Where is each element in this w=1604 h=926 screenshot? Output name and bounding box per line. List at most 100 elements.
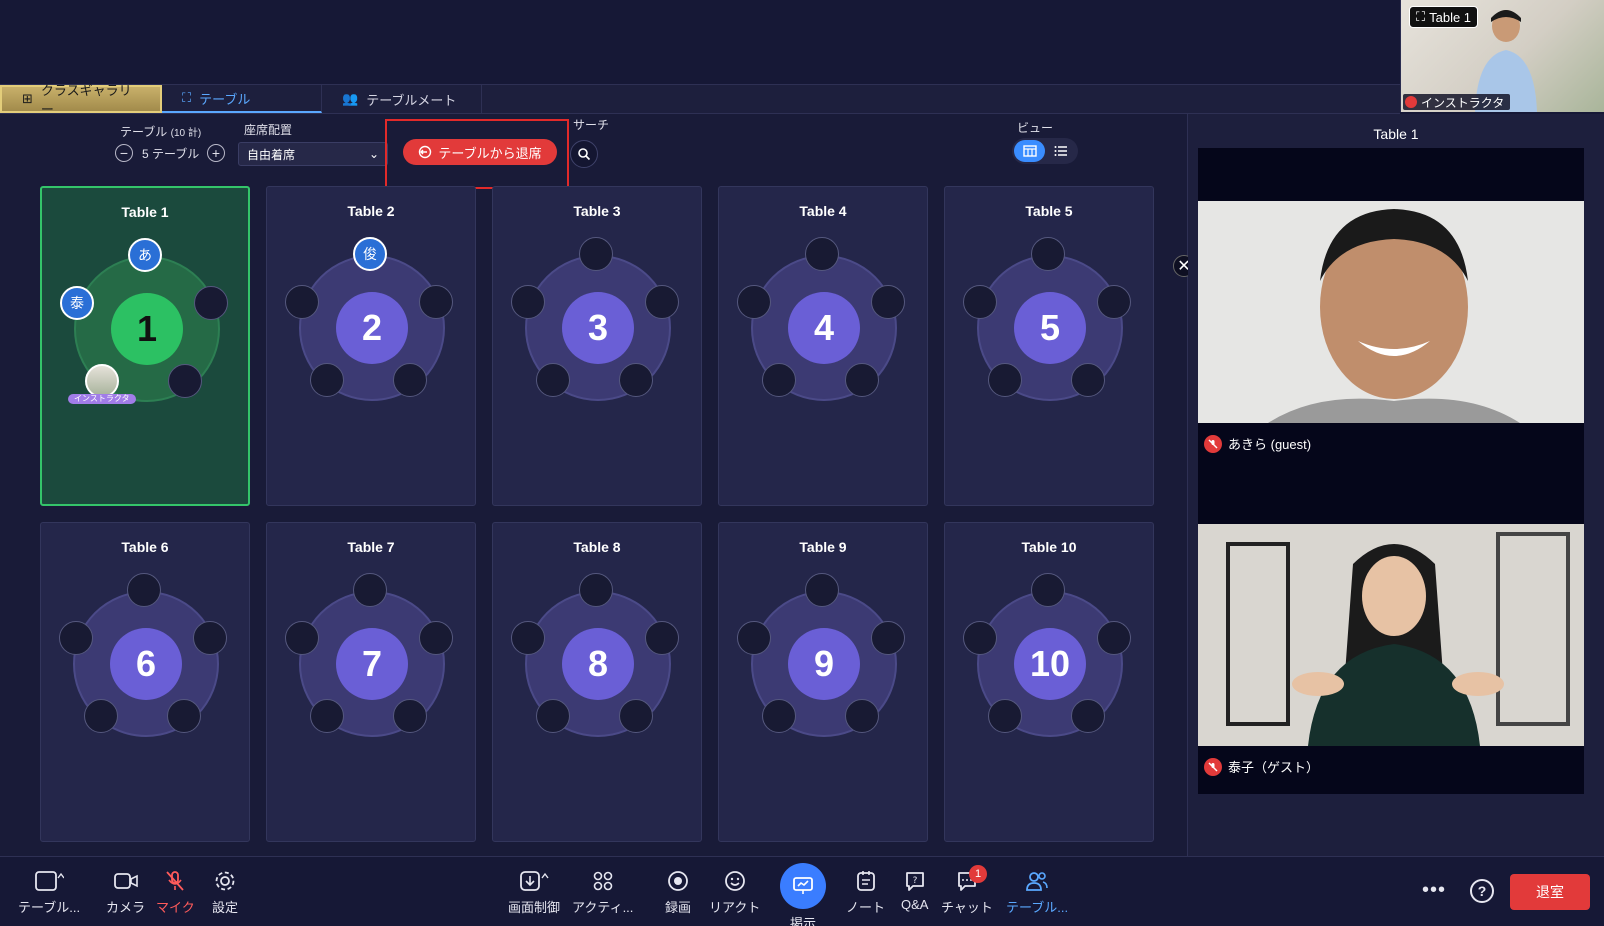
seat-empty[interactable] bbox=[285, 621, 319, 655]
record-icon bbox=[667, 869, 689, 893]
seat-avatar[interactable]: 俊 bbox=[353, 237, 387, 271]
table-card-2[interactable]: Table 2 2 俊 bbox=[266, 186, 476, 506]
tab-table[interactable]: ⛶ テーブル bbox=[162, 85, 322, 113]
tab-tablemates[interactable]: 👥 テーブルメート bbox=[322, 85, 482, 113]
seat-empty[interactable] bbox=[963, 621, 997, 655]
seat-empty[interactable] bbox=[285, 285, 319, 319]
table-card-1[interactable]: Table 1 1 あ 泰 インストラクタ bbox=[40, 186, 250, 506]
table-card-7[interactable]: Table 7 7 bbox=[266, 522, 476, 842]
seat-empty[interactable] bbox=[871, 621, 905, 655]
seat-empty[interactable] bbox=[353, 573, 387, 607]
seat-empty[interactable] bbox=[511, 285, 545, 319]
list-view-button[interactable] bbox=[1045, 140, 1076, 162]
seat-empty[interactable] bbox=[737, 285, 771, 319]
leave-table-button[interactable]: テーブルから退席 bbox=[403, 139, 557, 165]
decrease-tables-button[interactable]: − bbox=[115, 144, 133, 162]
camera-button[interactable]: カメラ bbox=[106, 869, 145, 916]
help-button[interactable]: ? bbox=[1470, 879, 1494, 903]
table-view-button[interactable] bbox=[1014, 140, 1045, 162]
settings-button[interactable]: 設定 bbox=[212, 869, 238, 916]
reaction-button[interactable]: リアクト bbox=[709, 869, 760, 916]
table-title: Table 1 bbox=[121, 204, 169, 220]
seat-empty[interactable] bbox=[988, 363, 1022, 397]
seat-empty[interactable] bbox=[988, 699, 1022, 733]
search-button[interactable] bbox=[570, 140, 598, 168]
seat-empty[interactable] bbox=[619, 699, 653, 733]
seat-empty[interactable] bbox=[194, 286, 228, 320]
seat-empty[interactable] bbox=[1031, 573, 1065, 607]
seat-empty[interactable] bbox=[1071, 699, 1105, 733]
seat-empty[interactable] bbox=[805, 237, 839, 271]
seat-avatar[interactable]: あ bbox=[128, 238, 162, 272]
chat-button[interactable]: 1 チャット bbox=[941, 865, 993, 916]
seat-empty[interactable] bbox=[393, 363, 427, 397]
seat-empty[interactable] bbox=[419, 285, 453, 319]
table-card-3[interactable]: Table 3 3 bbox=[492, 186, 702, 506]
tab-class-gallery[interactable]: ⊞ クラスギャラリー bbox=[0, 83, 162, 117]
table-card-5[interactable]: Table 5 5 bbox=[944, 186, 1154, 506]
seat-empty[interactable] bbox=[805, 573, 839, 607]
seat-empty[interactable] bbox=[59, 621, 93, 655]
seat-empty[interactable] bbox=[1071, 363, 1105, 397]
seat-empty[interactable] bbox=[845, 699, 879, 733]
seat-empty[interactable] bbox=[737, 621, 771, 655]
seat-empty[interactable] bbox=[167, 699, 201, 733]
seat-empty[interactable] bbox=[1097, 285, 1131, 319]
table-number: 4 bbox=[788, 292, 860, 364]
seat-empty[interactable] bbox=[168, 364, 202, 398]
more-options-button[interactable]: ••• bbox=[1422, 879, 1446, 902]
seat-empty[interactable] bbox=[579, 573, 613, 607]
increase-tables-button[interactable]: + bbox=[207, 144, 225, 162]
note-button[interactable]: ノート bbox=[846, 869, 885, 916]
seat-empty[interactable] bbox=[1097, 621, 1131, 655]
leave-room-button[interactable]: 退室 bbox=[1510, 874, 1590, 910]
tablemates-button[interactable]: テーブル... bbox=[1006, 869, 1068, 916]
seat-empty[interactable] bbox=[193, 621, 227, 655]
view-toggle bbox=[1012, 138, 1078, 164]
seat-empty[interactable] bbox=[310, 699, 344, 733]
seating-select[interactable]: 自由着席 ⌄ bbox=[238, 142, 388, 166]
seat-empty[interactable] bbox=[645, 621, 679, 655]
seat-empty[interactable] bbox=[762, 699, 796, 733]
participant-tile[interactable]: あきら (guest) bbox=[1198, 148, 1584, 471]
seat-empty[interactable] bbox=[963, 285, 997, 319]
table-card-6[interactable]: Table 6 6 bbox=[40, 522, 250, 842]
participant-tile[interactable]: 泰子（ゲスト） bbox=[1198, 471, 1584, 794]
screen-control-button[interactable]: 画面制御 bbox=[508, 869, 560, 916]
self-view-thumbnail[interactable]: ⛶ Table 1 インストラクタ bbox=[1400, 0, 1604, 112]
seat-empty[interactable] bbox=[536, 363, 570, 397]
table-number: 7 bbox=[336, 628, 408, 700]
table-card-9[interactable]: Table 9 9 bbox=[718, 522, 928, 842]
table-tool-button[interactable]: テーブル... bbox=[18, 869, 80, 916]
seat-empty[interactable] bbox=[1031, 237, 1065, 271]
seat-empty[interactable] bbox=[762, 363, 796, 397]
table-card-4[interactable]: Table 4 4 bbox=[718, 186, 928, 506]
seat-empty[interactable] bbox=[393, 699, 427, 733]
table-number: 8 bbox=[562, 628, 634, 700]
table-card-10[interactable]: Table 10 10 bbox=[944, 522, 1154, 842]
seat-instructor[interactable] bbox=[85, 364, 119, 398]
seat-empty[interactable] bbox=[127, 573, 161, 607]
activity-button[interactable]: アクティ... bbox=[572, 869, 633, 916]
table-icon: ⛶ bbox=[1416, 9, 1426, 24]
qa-button[interactable]: ? Q&A bbox=[901, 869, 928, 912]
seat-empty[interactable] bbox=[579, 237, 613, 271]
table-card-8[interactable]: Table 8 8 bbox=[492, 522, 702, 842]
table-title: Table 10 bbox=[1021, 539, 1077, 555]
seat-empty[interactable] bbox=[84, 699, 118, 733]
seat-empty[interactable] bbox=[511, 621, 545, 655]
seat-empty[interactable] bbox=[645, 285, 679, 319]
present-button[interactable]: 掲示 bbox=[780, 863, 826, 926]
seat-empty[interactable] bbox=[310, 363, 344, 397]
table-grid: Table 1 1 あ 泰 インストラクタ Table 2 2 俊 Table … bbox=[40, 186, 1154, 842]
record-button[interactable]: 録画 bbox=[665, 869, 691, 916]
top-strip bbox=[0, 0, 1604, 84]
seat-avatar[interactable]: 泰 bbox=[60, 286, 94, 320]
mic-button[interactable]: マイク bbox=[156, 869, 195, 916]
table-title: Table 4 bbox=[799, 203, 847, 219]
seat-empty[interactable] bbox=[419, 621, 453, 655]
seat-empty[interactable] bbox=[619, 363, 653, 397]
seat-empty[interactable] bbox=[871, 285, 905, 319]
seat-empty[interactable] bbox=[536, 699, 570, 733]
seat-empty[interactable] bbox=[845, 363, 879, 397]
